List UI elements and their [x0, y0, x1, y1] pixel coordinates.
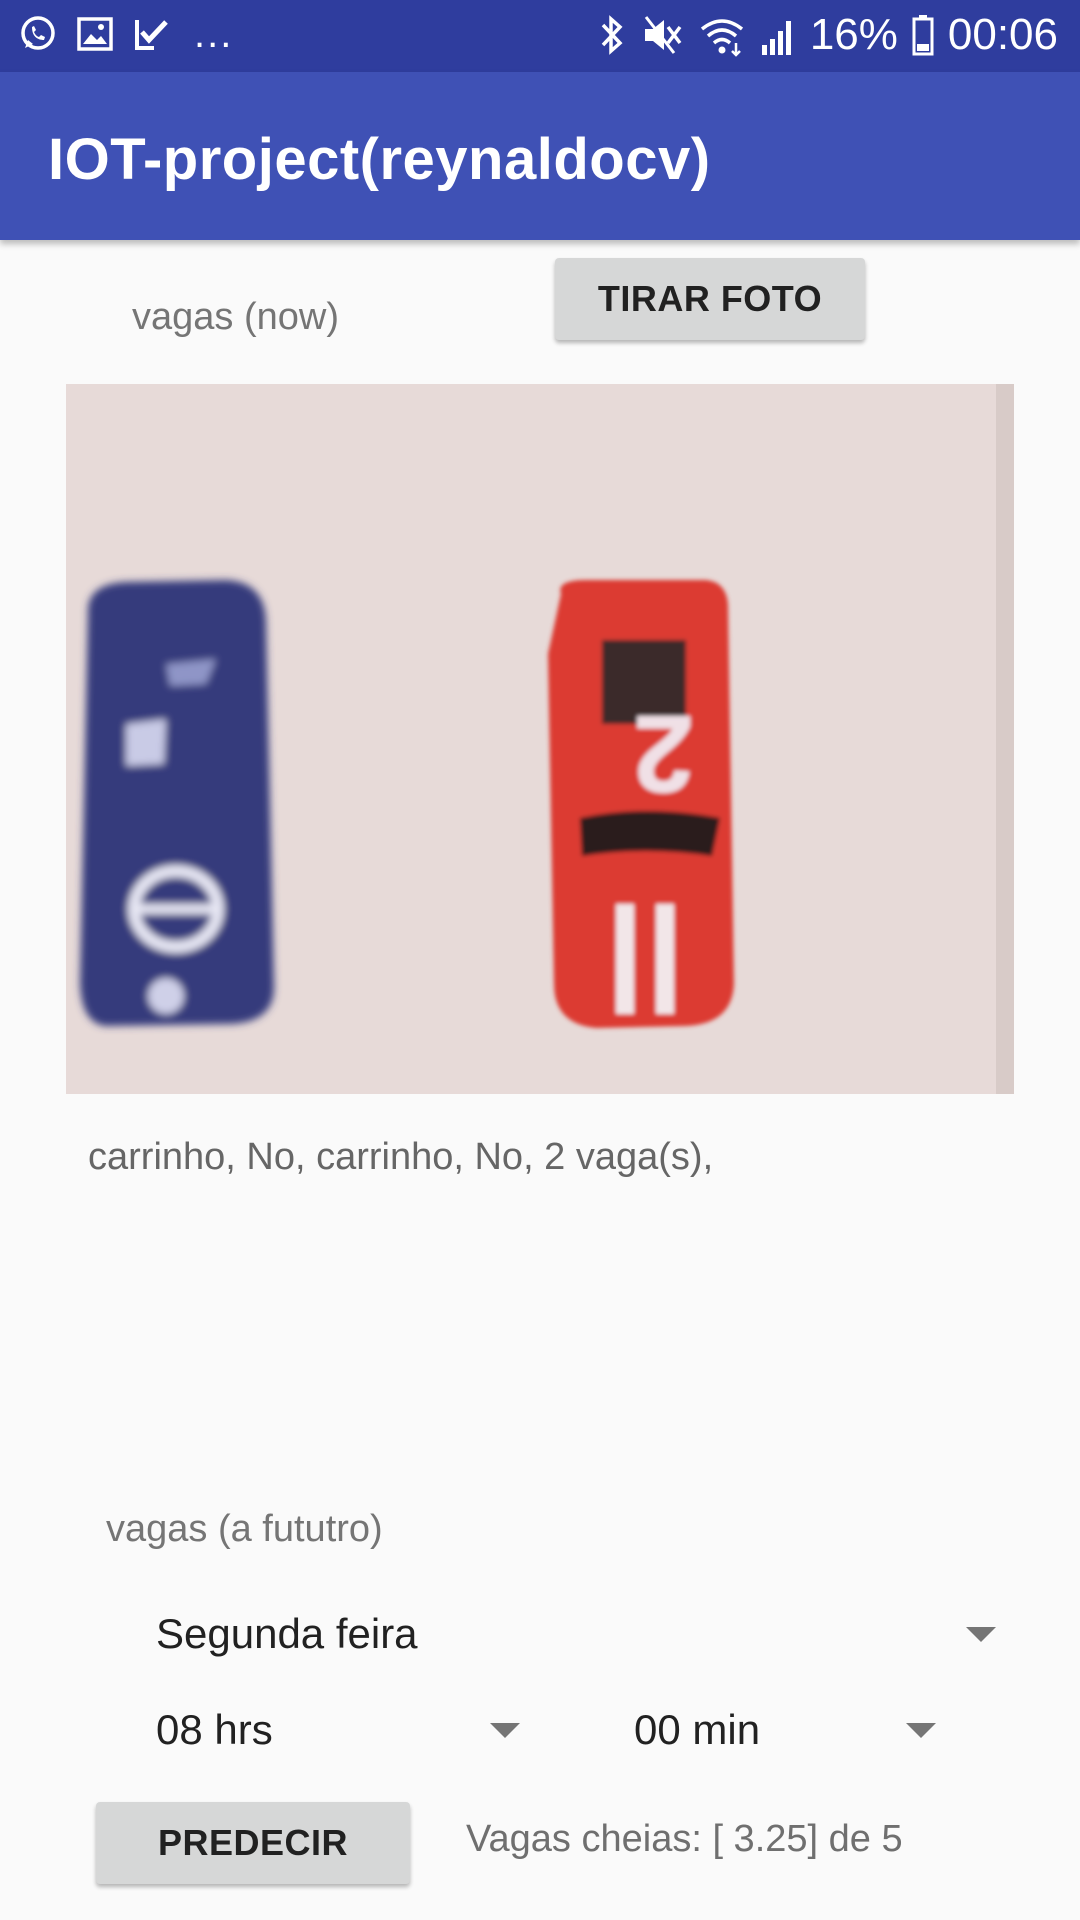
signal-icon	[761, 21, 791, 55]
hour-spinner[interactable]: 08 hrs	[156, 1702, 520, 1758]
now-label: vagas (now)	[132, 296, 339, 338]
minute-selected: 00 min	[634, 1706, 761, 1753]
bluetooth-icon	[601, 15, 623, 55]
check-icon	[135, 20, 168, 50]
parking-photo-image: 2	[66, 384, 1014, 1094]
chevron-down-icon	[966, 1626, 996, 1642]
chevron-down-icon	[490, 1722, 520, 1738]
svg-text:2: 2	[633, 692, 694, 815]
notification-icons: ...	[18, 14, 233, 54]
hour-selected: 08 hrs	[156, 1706, 273, 1753]
red-toy-car: 2	[548, 580, 734, 1028]
gallery-icon	[77, 17, 113, 51]
prediction-result: Vagas cheias: [ 3.25] de 5	[466, 1818, 903, 1860]
status-bar: ... 16% 00:06	[0, 0, 1080, 72]
day-selected: Segunda feira	[156, 1610, 418, 1657]
predict-button[interactable]: PREDECIR	[96, 1802, 410, 1884]
clock: 00:06	[947, 10, 1058, 59]
mute-icon	[644, 16, 682, 54]
battery-percent: 16%	[809, 10, 898, 59]
wifi-icon	[700, 19, 743, 57]
chevron-down-icon	[906, 1722, 936, 1738]
more-notifications: ...	[194, 12, 234, 56]
day-spinner[interactable]: Segunda feira	[156, 1606, 996, 1662]
system-icons: 16% 00:06	[598, 10, 1058, 60]
whatsapp-icon	[21, 16, 55, 50]
minute-spinner[interactable]: 00 min	[634, 1702, 936, 1758]
detection-result: carrinho, No, carrinho, No, 2 vaga(s),	[88, 1136, 714, 1178]
take-photo-button[interactable]: TIRAR FOTO	[555, 258, 865, 340]
blue-toy-car	[80, 580, 275, 1026]
future-label: vagas (a fututro)	[106, 1508, 383, 1550]
camera-photo: 2	[66, 384, 1014, 1094]
app-title: IOT-project(reynaldocv)	[48, 127, 711, 192]
app-bar: IOT-project(reynaldocv)	[0, 72, 1080, 240]
battery-icon	[912, 15, 934, 56]
